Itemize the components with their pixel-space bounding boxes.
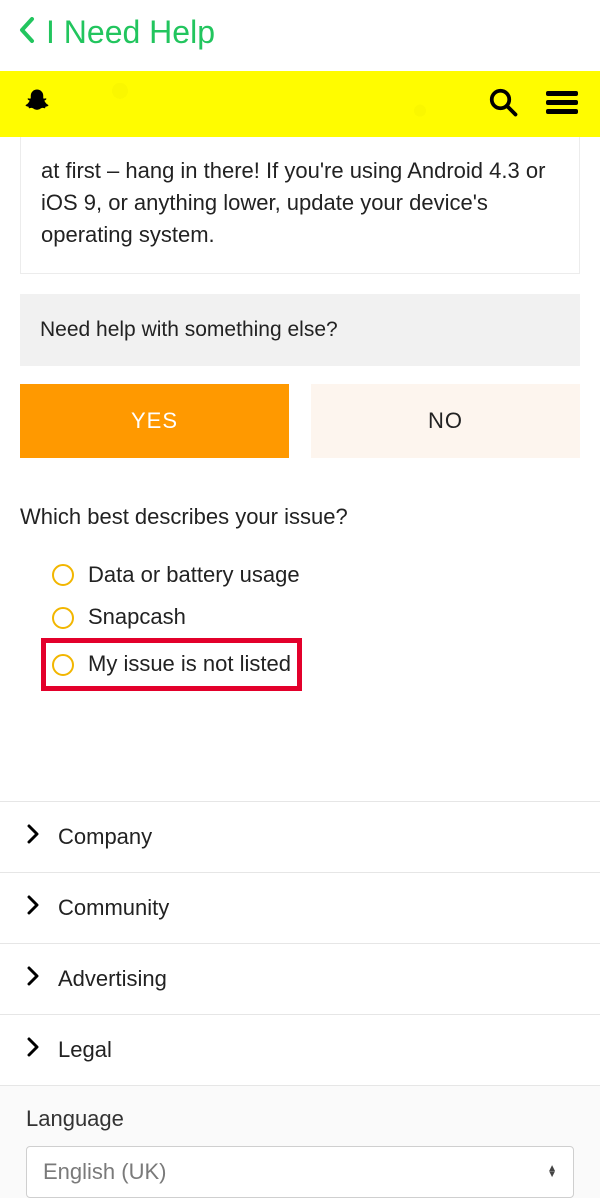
select-arrows-icon: ▲▼: [547, 1166, 557, 1178]
footer: Company Community Advertising Legal Lang…: [0, 801, 600, 1198]
highlight-box: My issue is not listed: [41, 638, 302, 691]
no-button[interactable]: NO: [311, 384, 580, 458]
page-header: I Need Help: [0, 0, 600, 71]
article-text: at first – hang in there! If you're usin…: [41, 158, 545, 247]
option-label: My issue is not listed: [88, 649, 291, 680]
footer-link-company[interactable]: Company: [0, 801, 600, 872]
yes-no-row: YES NO: [20, 384, 580, 458]
page-title: I Need Help: [46, 14, 215, 51]
footer-link-label: Legal: [58, 1037, 112, 1063]
chevron-right-icon: [26, 895, 40, 921]
footer-link-label: Advertising: [58, 966, 167, 992]
help-else-prompt: Need help with something else?: [20, 294, 580, 366]
footer-link-legal[interactable]: Legal: [0, 1014, 600, 1085]
radio-icon: [52, 654, 74, 676]
yes-button[interactable]: YES: [20, 384, 289, 458]
footer-link-label: Company: [58, 824, 152, 850]
menu-icon[interactable]: [546, 89, 578, 120]
snapchat-logo-icon[interactable]: [22, 87, 52, 122]
chevron-right-icon: [26, 824, 40, 850]
language-label: Language: [26, 1106, 574, 1132]
footer-link-community[interactable]: Community: [0, 872, 600, 943]
option-label: Data or battery usage: [88, 560, 300, 591]
footer-link-advertising[interactable]: Advertising: [0, 943, 600, 1014]
option-not-listed[interactable]: My issue is not listed: [46, 643, 297, 686]
back-icon[interactable]: [18, 17, 36, 48]
language-value: English (UK): [43, 1159, 166, 1185]
issue-options: Data or battery usage Snapcash My issue …: [46, 554, 580, 691]
option-data-battery[interactable]: Data or battery usage: [46, 554, 580, 597]
language-select[interactable]: English (UK) ▲▼: [26, 1146, 574, 1198]
radio-icon: [52, 564, 74, 586]
article-body: at first – hang in there! If you're usin…: [20, 137, 580, 274]
brand-bar: [0, 71, 600, 137]
help-else-text: Need help with something else?: [40, 318, 338, 341]
language-block: Language English (UK) ▲▼: [0, 1085, 600, 1198]
option-snapcash[interactable]: Snapcash: [46, 596, 580, 639]
search-icon[interactable]: [488, 87, 518, 122]
chevron-right-icon: [26, 966, 40, 992]
issue-question: Which best describes your issue?: [20, 504, 580, 530]
option-label: Snapcash: [88, 602, 186, 633]
radio-icon: [52, 607, 74, 629]
footer-link-label: Community: [58, 895, 169, 921]
chevron-right-icon: [26, 1037, 40, 1063]
